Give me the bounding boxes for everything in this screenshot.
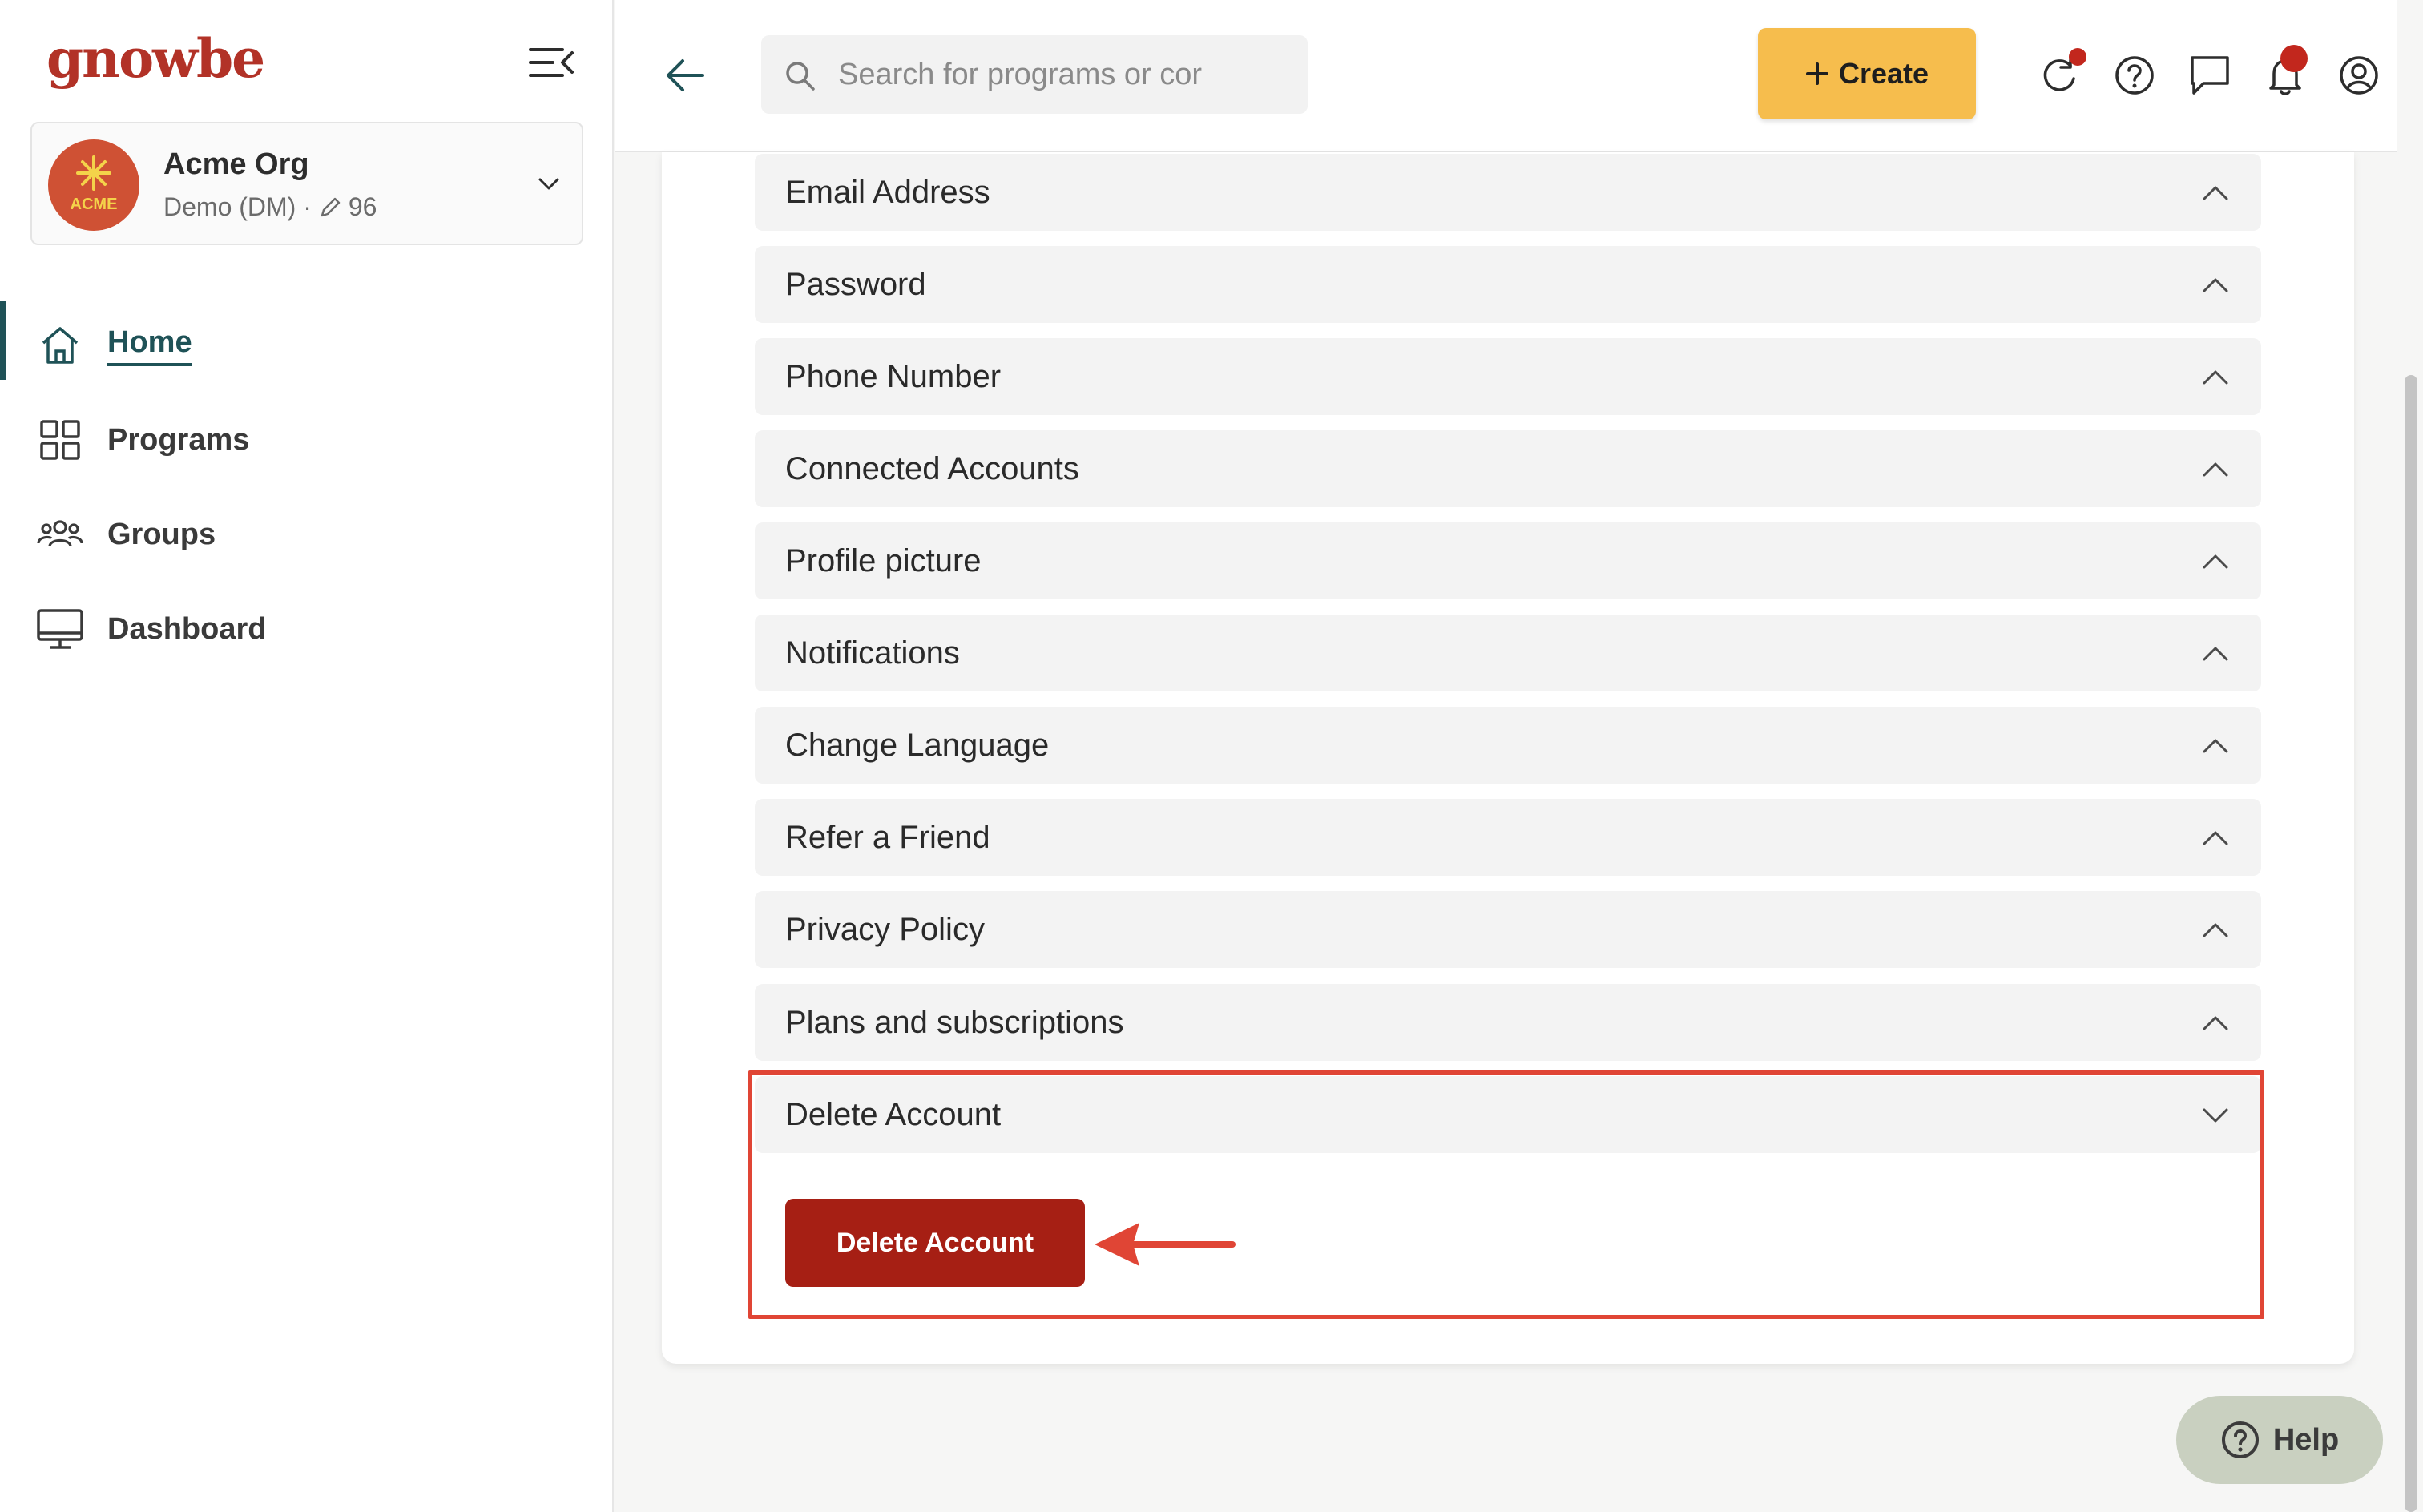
- nav-label-programs: Programs: [107, 422, 250, 457]
- nav-label-dashboard: Dashboard: [107, 611, 267, 646]
- accordion-notifications[interactable]: Notifications: [755, 615, 2261, 691]
- nav-item-dashboard[interactable]: Dashboard: [0, 582, 614, 676]
- pointer-arrow-annotation: [1095, 1223, 1236, 1266]
- grid-icon: [40, 420, 80, 460]
- nav-label-home: Home: [107, 325, 192, 366]
- chevron-up-icon: [2203, 370, 2228, 385]
- home-icon: [42, 327, 79, 364]
- sidebar: gnowbe ACME Acme Org Demo (DM) · 96 Home…: [0, 0, 614, 1512]
- accordion-email-address[interactable]: Email Address: [755, 154, 2261, 231]
- chevron-down-icon: [538, 178, 559, 190]
- accordion-profile-picture[interactable]: Profile picture: [755, 522, 2261, 599]
- org-subtitle: Demo (DM) · 96: [163, 192, 377, 222]
- plus-icon: [1805, 62, 1828, 85]
- help-circle-icon[interactable]: [2111, 51, 2159, 99]
- nav-label-groups: Groups: [107, 517, 216, 551]
- search-icon: [786, 62, 815, 91]
- accordion-refer-a-friend[interactable]: Refer a Friend: [755, 799, 2261, 876]
- search-input[interactable]: [838, 35, 1295, 114]
- help-circle-icon: [2221, 1421, 2259, 1458]
- chat-icon[interactable]: [2186, 51, 2234, 99]
- accordion-change-language[interactable]: Change Language: [755, 707, 2261, 784]
- accordion-phone-number[interactable]: Phone Number: [755, 338, 2261, 415]
- create-button-label: Create: [1838, 57, 1929, 90]
- org-switcher[interactable]: ACME Acme Org Demo (DM) · 96: [30, 122, 583, 245]
- accordion-plans-and-subscriptions[interactable]: Plans and subscriptions: [755, 984, 2261, 1061]
- chevron-up-icon: [2203, 739, 2228, 753]
- pencil-icon: [321, 197, 341, 216]
- accordion-password[interactable]: Password: [755, 246, 2261, 323]
- main-nav: Home Programs Groups Dashboard: [0, 298, 614, 676]
- chevron-up-icon: [2203, 462, 2228, 477]
- sunburst-icon: [76, 155, 111, 191]
- accordion-privacy-policy[interactable]: Privacy Policy: [755, 891, 2261, 968]
- nav-item-programs[interactable]: Programs: [0, 393, 614, 487]
- create-button[interactable]: Create: [1758, 28, 1976, 119]
- user-circle-icon[interactable]: [2335, 51, 2383, 99]
- users-icon: [37, 520, 83, 547]
- bell-badge: [2280, 45, 2308, 72]
- accordion-connected-accounts[interactable]: Connected Accounts: [755, 430, 2261, 507]
- chevron-up-icon: [2203, 647, 2228, 661]
- collapse-sidebar-icon[interactable]: [529, 45, 574, 80]
- chevron-up-icon: [2203, 1016, 2228, 1030]
- org-edit-count: 96: [348, 192, 377, 221]
- org-plan: Demo (DM) ·: [163, 192, 312, 221]
- gnowbe-logo[interactable]: gnowbe: [46, 27, 265, 90]
- refresh-badge: [2069, 48, 2086, 66]
- help-button[interactable]: Help: [2176, 1396, 2383, 1484]
- monitor-icon: [37, 609, 83, 649]
- chevron-up-icon: [2203, 278, 2228, 292]
- chevron-up-icon: [2203, 831, 2228, 845]
- nav-item-groups[interactable]: Groups: [0, 487, 614, 582]
- chevron-up-icon: [2203, 554, 2228, 569]
- top-header: Create: [615, 0, 2397, 152]
- back-arrow-icon[interactable]: [662, 53, 707, 98]
- scrollbar-thumb[interactable]: [2405, 375, 2417, 1512]
- help-button-label: Help: [2272, 1422, 2340, 1457]
- delete-account-button[interactable]: Delete Account: [785, 1199, 1085, 1287]
- search-box[interactable]: [761, 35, 1308, 114]
- org-name: Acme Org: [163, 147, 309, 181]
- chevron-up-icon: [2203, 186, 2228, 200]
- chevron-up-icon: [2203, 923, 2228, 937]
- nav-item-home[interactable]: Home: [0, 298, 614, 393]
- org-avatar: ACME: [48, 139, 139, 231]
